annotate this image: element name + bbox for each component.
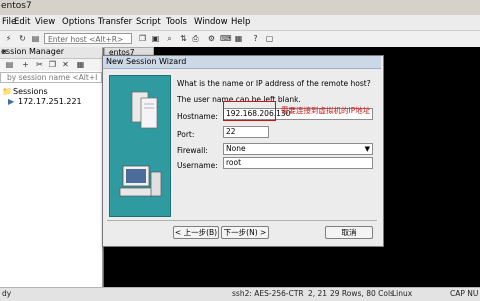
chevron-down-icon: ▼ [364, 145, 370, 153]
session-manager-toolbar: ▤ + ✂ ❐ ✕ ▦ [0, 59, 102, 71]
host-input[interactable]: Enter host <Alt+R> [44, 33, 132, 44]
status-text: dy [2, 289, 12, 298]
properties-icon[interactable]: ▦ [75, 59, 86, 70]
session-manager-panel [0, 47, 103, 287]
menu-view[interactable]: View [35, 17, 55, 27]
about-icon[interactable]: ▢ [264, 33, 275, 44]
status-position: 2, 21 [308, 289, 328, 298]
session-manager-header: ession Manager × [0, 47, 102, 59]
folder-icon: 📁 [2, 87, 12, 96]
status-bar: dy ssh2: AES-256-CTR 2, 21 29 Rows, 80 C… [0, 287, 480, 301]
copy-icon[interactable]: ❐ [47, 59, 58, 70]
menu-tools[interactable]: Tools [166, 17, 187, 27]
port-label: Port: [177, 130, 195, 139]
dialog-title: New Session Wizard [106, 57, 187, 66]
computer-icon [119, 91, 162, 197]
menu-options[interactable]: Options [62, 17, 95, 27]
cancel-button[interactable]: 取消 [325, 226, 373, 239]
back-button[interactable]: < 上一步(B) [173, 226, 219, 239]
username-label: Username: [177, 161, 218, 170]
status-caps: CAP NU [450, 289, 479, 298]
hostname-label: Hostname: [177, 112, 218, 121]
menu-script[interactable]: Script [136, 17, 161, 27]
connect-icon[interactable]: ↻ [17, 33, 28, 44]
gear-icon[interactable]: ⚙ [206, 33, 217, 44]
find-icon[interactable]: ⌕ [164, 33, 175, 44]
divider [107, 220, 377, 221]
port-field[interactable]: 22 [223, 126, 269, 138]
menu-window[interactable]: Window [194, 17, 228, 27]
new-session-dialog: New Session Wizard What is the name or I… [102, 55, 384, 247]
menu-edit[interactable]: Edit [14, 17, 30, 27]
keymap-icon[interactable]: ⌨ [220, 33, 232, 44]
title-bar: entos7 [0, 0, 480, 15]
sessions-folder[interactable]: Sessions [13, 87, 48, 96]
window-title: entos7 [1, 1, 32, 11]
delete-icon[interactable]: ✕ [60, 59, 71, 70]
session-icon[interactable]: ▤ [30, 33, 41, 44]
menu-help[interactable]: Help [231, 17, 250, 27]
dialog-question: What is the name or IP address of the re… [177, 79, 371, 88]
cut-icon[interactable]: ✂ [34, 59, 45, 70]
session-filter-input[interactable]: by session name <Alt+I [0, 72, 102, 83]
close-icon[interactable]: × [1, 47, 100, 56]
add-icon[interactable]: + [20, 59, 31, 70]
help-icon[interactable]: ? [250, 33, 261, 44]
new-session-icon[interactable]: ▤ [4, 59, 15, 70]
status-cipher: ssh2: AES-256-CTR [232, 289, 304, 298]
wizard-illustration [109, 75, 171, 217]
status-os: Linux [392, 289, 413, 298]
hostname-highlight [223, 101, 276, 121]
print-icon[interactable]: ⎙ [190, 33, 201, 44]
session-item[interactable]: 172.17.251.221 [18, 97, 82, 106]
annotation-text: 需要连接到虚拟机的IP地址 [281, 106, 371, 115]
sftp-icon[interactable]: ⇅ [178, 33, 189, 44]
dialog-titlebar: New Session Wizard [103, 56, 381, 69]
menu-bar: File Edit View Options Transfer Script T… [0, 15, 480, 31]
script-icon[interactable]: ▦ [233, 33, 244, 44]
firewall-select[interactable]: None ▼ [223, 143, 373, 155]
username-field[interactable]: root [223, 157, 373, 169]
firewall-label: Firewall: [177, 146, 208, 155]
session-icon: ▶ [8, 97, 15, 106]
next-button[interactable]: 下一步(N) > [221, 226, 269, 239]
paste-icon[interactable]: ▣ [150, 33, 161, 44]
firewall-value: None [226, 144, 246, 153]
lightning-icon[interactable]: ⚡ [3, 33, 14, 44]
status-size: 29 Rows, 80 Cols [330, 289, 394, 298]
menu-transfer[interactable]: Transfer [98, 17, 132, 27]
copy-icon[interactable]: ❐ [137, 33, 148, 44]
